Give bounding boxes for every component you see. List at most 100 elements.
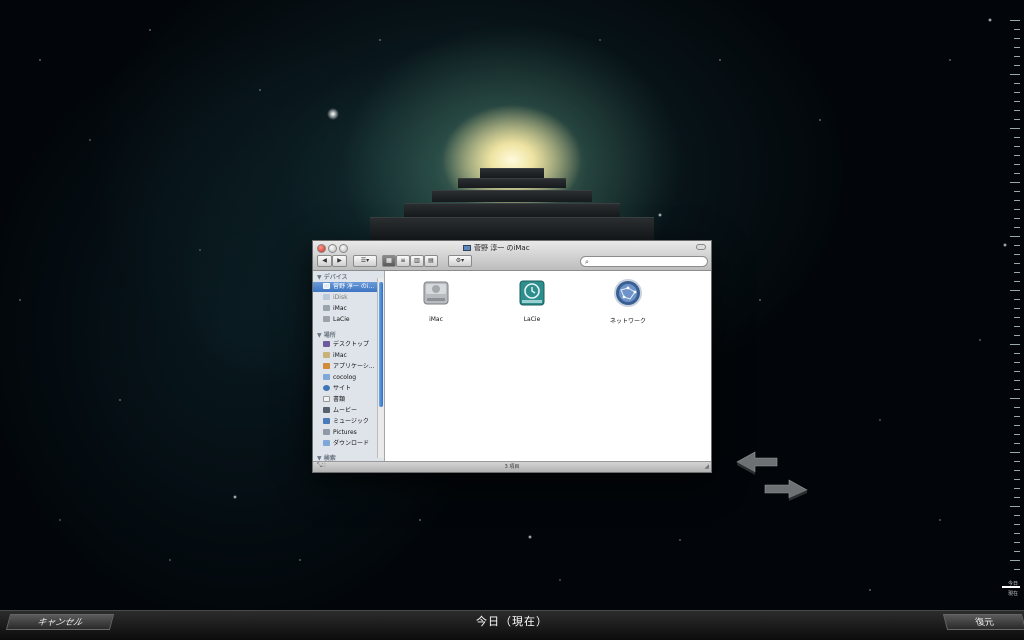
forward-in-time-arrow-icon[interactable] bbox=[764, 479, 808, 501]
sites-icon bbox=[323, 385, 330, 391]
scrollbar-thumb[interactable] bbox=[379, 282, 383, 407]
network-item[interactable]: ネットワーク bbox=[593, 278, 663, 325]
list-view-button[interactable]: ≡ bbox=[396, 255, 410, 267]
arrange-button[interactable]: ☰▾ bbox=[353, 255, 377, 267]
back-button[interactable]: ◀ bbox=[317, 255, 332, 267]
action-menu-button[interactable]: ⚙▾ bbox=[448, 255, 472, 267]
timeline-tick bbox=[1014, 245, 1020, 246]
folder-icon bbox=[323, 374, 330, 380]
timeline-tick bbox=[1014, 479, 1020, 480]
sidebar-item-home[interactable]: iMac bbox=[313, 351, 379, 361]
search-icon: ⌕ bbox=[585, 258, 589, 266]
timeline-tick bbox=[1014, 416, 1020, 417]
timeline-tick bbox=[1010, 452, 1020, 453]
zoom-icon[interactable] bbox=[339, 244, 348, 253]
timeline-tick bbox=[1014, 38, 1020, 39]
cover-flow-button[interactable]: ▤ bbox=[424, 255, 438, 267]
sidebar-item-lacie[interactable]: LaCie bbox=[313, 315, 379, 325]
timeline-tick bbox=[1014, 326, 1020, 327]
sidebar-item-movies[interactable]: ムービー bbox=[313, 406, 379, 416]
sidebar-item-documents[interactable]: 書類 bbox=[313, 395, 379, 405]
sidebar-item-sites[interactable]: サイト bbox=[313, 384, 379, 394]
timeline-tick bbox=[1014, 497, 1020, 498]
timeline-tick bbox=[1014, 551, 1020, 552]
timeline-tick bbox=[1014, 488, 1020, 489]
minimize-icon[interactable] bbox=[328, 244, 337, 253]
timeline-tick bbox=[1014, 308, 1020, 309]
window-resize-icon[interactable]: ◢ bbox=[704, 463, 709, 470]
time-machine-bottom-bar: キャンセル 今日（現在） 復元 bbox=[0, 610, 1024, 640]
icon-view-button[interactable]: ▦ bbox=[382, 255, 396, 267]
cancel-button[interactable]: キャンセル bbox=[5, 614, 115, 630]
timeline-tick bbox=[1014, 56, 1020, 57]
timeline-tick bbox=[1014, 110, 1020, 111]
sidebar-item-imac[interactable]: iMac bbox=[313, 304, 379, 314]
timeline-tick bbox=[1010, 20, 1020, 21]
back-in-time-arrow-icon[interactable] bbox=[736, 451, 778, 475]
timeline-today-label[interactable]: 今日 bbox=[1008, 580, 1018, 587]
timeline-tick bbox=[1010, 128, 1020, 129]
timeline-tick bbox=[1014, 362, 1020, 363]
sidebar-item-music[interactable]: ミュージック bbox=[313, 417, 379, 427]
imac-icon bbox=[323, 283, 330, 289]
idisk-icon bbox=[323, 294, 330, 300]
timeline-tick bbox=[1014, 191, 1020, 192]
timeline-tick bbox=[1014, 209, 1020, 210]
history-window-stack bbox=[370, 217, 654, 241]
finder-toolbar: 菅野 淳一 のiMac ◀ ▶ ☰▾ ▦ ≡ ▥ ▤ ⚙▾ ⌕ bbox=[313, 241, 711, 271]
item-label: LaCie bbox=[523, 316, 541, 323]
restore-button[interactable]: 復元 bbox=[942, 614, 1024, 630]
volume-imac[interactable]: iMac bbox=[401, 278, 471, 323]
imac-icon bbox=[463, 245, 471, 251]
sidebar-item-pictures[interactable]: Pictures bbox=[313, 428, 379, 438]
history-window-stack bbox=[458, 178, 566, 188]
sidebar-section-places[interactable]: ▼ 場所 bbox=[317, 330, 336, 339]
sidebar-item-desktop[interactable]: デスクトップ bbox=[313, 340, 379, 350]
desktop-icon bbox=[323, 341, 330, 347]
hard-drive-icon bbox=[323, 305, 330, 311]
timeline-tick bbox=[1014, 434, 1020, 435]
finder-window[interactable]: 菅野 淳一 のiMac ◀ ▶ ☰▾ ▦ ≡ ▥ ▤ ⚙▾ ⌕ ▼ デバイス 菅… bbox=[312, 240, 712, 473]
timeline-tick bbox=[1014, 155, 1020, 156]
sidebar-scrollbar[interactable] bbox=[377, 278, 384, 458]
timeline-tick bbox=[1014, 524, 1020, 525]
timeline-tick bbox=[1014, 542, 1020, 543]
column-view-button[interactable]: ▥ bbox=[410, 255, 424, 267]
timeline-tick bbox=[1014, 425, 1020, 426]
timeline-tick bbox=[1014, 272, 1020, 273]
close-icon[interactable] bbox=[317, 244, 326, 253]
finder-content: iMac LaCie ネットワーク bbox=[386, 271, 711, 461]
sidebar-section-search[interactable]: ▼ 検索 bbox=[317, 453, 336, 461]
history-window-stack bbox=[432, 190, 592, 202]
item-label: ネットワーク bbox=[609, 318, 646, 325]
timeline[interactable]: 今日 現在 bbox=[1000, 20, 1024, 597]
documents-icon bbox=[323, 396, 330, 402]
timeline-tick bbox=[1014, 173, 1020, 174]
sidebar-item-this-mac[interactable]: 菅野 淳一 のi... bbox=[313, 282, 379, 292]
window-title: 菅野 淳一 のiMac bbox=[463, 243, 530, 253]
sidebar-item-idisk[interactable]: iDisk bbox=[313, 293, 379, 303]
sidebar-item-cocolog[interactable]: cocolog bbox=[313, 373, 379, 383]
item-count: 3 項目 bbox=[504, 464, 520, 470]
timeline-tick bbox=[1014, 218, 1020, 219]
timeline-tick bbox=[1014, 47, 1020, 48]
timeline-tick bbox=[1014, 515, 1020, 516]
forward-button[interactable]: ▶ bbox=[332, 255, 347, 267]
downloads-icon bbox=[323, 440, 330, 446]
timeline-tick bbox=[1014, 119, 1020, 120]
sidebar-item-downloads[interactable]: ダウンロード bbox=[313, 439, 379, 449]
timeline-now-label[interactable]: 現在 bbox=[1008, 590, 1018, 597]
timeline-tick bbox=[1014, 335, 1020, 336]
toolbar-toggle-button[interactable] bbox=[696, 244, 706, 250]
timeline-tick bbox=[1014, 83, 1020, 84]
timeline-tick bbox=[1014, 92, 1020, 93]
volume-lacie[interactable]: LaCie bbox=[497, 278, 567, 323]
timeline-tick bbox=[1014, 317, 1020, 318]
timeline-tick bbox=[1014, 461, 1020, 462]
timeline-tick bbox=[1014, 443, 1020, 444]
sidebar-section-devices[interactable]: ▼ デバイス bbox=[317, 272, 348, 281]
search-input[interactable]: ⌕ bbox=[580, 256, 708, 267]
sidebar-item-applications[interactable]: アプリケーシ... bbox=[313, 362, 379, 372]
timeline-tick bbox=[1014, 569, 1020, 570]
timeline-tick bbox=[1010, 236, 1020, 237]
